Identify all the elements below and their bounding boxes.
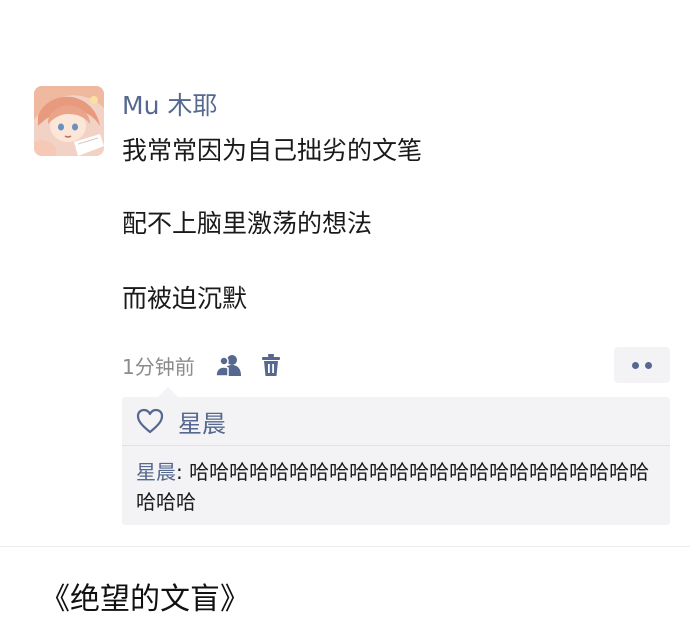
- comment-separator: :: [176, 460, 190, 484]
- post-text-line: 我常常因为自己拙劣的文笔: [122, 136, 423, 165]
- liker-name[interactable]: 星晨: [178, 404, 226, 439]
- username[interactable]: Mu 木耶: [122, 88, 217, 124]
- divider: [0, 546, 690, 547]
- likes-row: 星晨: [122, 397, 670, 446]
- trash-icon[interactable]: [261, 353, 281, 377]
- post-meta: 1分钟前: [122, 347, 281, 383]
- reactions-panel: 星晨 星晨: 哈哈哈哈哈哈哈哈哈哈哈哈哈哈哈哈哈哈哈哈哈哈哈哈哈哈: [122, 387, 670, 525]
- comment-text: 哈哈哈哈哈哈哈哈哈哈哈哈哈哈哈哈哈哈哈哈哈哈哈哈哈哈: [136, 460, 650, 514]
- post-text-line: 配不上脑里激荡的想法: [122, 209, 373, 238]
- post-text-line: 而被迫沉默: [122, 284, 248, 313]
- heart-icon: [136, 408, 164, 434]
- comment-author[interactable]: 星晨: [136, 460, 176, 484]
- timestamp: 1分钟前: [122, 354, 195, 379]
- more-dots-icon[interactable]: [614, 347, 670, 383]
- comment[interactable]: 星晨: 哈哈哈哈哈哈哈哈哈哈哈哈哈哈哈哈哈哈哈哈哈哈哈哈哈哈: [136, 457, 660, 517]
- caption: 《绝望的文盲》: [40, 582, 250, 617]
- people-icon[interactable]: [214, 353, 243, 377]
- avatar[interactable]: [34, 86, 104, 156]
